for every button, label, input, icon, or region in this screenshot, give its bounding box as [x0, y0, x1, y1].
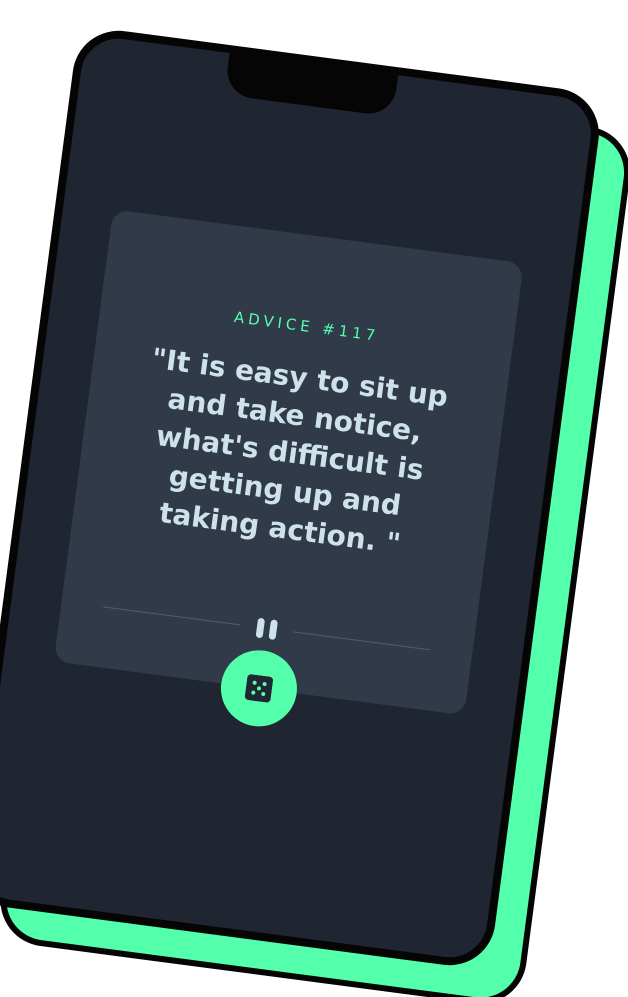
pause-icon	[254, 617, 280, 641]
stage: ADVICE #117 "It is easy to sit up and ta…	[0, 0, 628, 997]
pause-bar-right	[268, 619, 278, 641]
advice-quote: "It is easy to sit up and take notice, w…	[149, 341, 450, 561]
phone-notch	[224, 45, 400, 117]
phone-mockup: ADVICE #117 "It is easy to sit up and ta…	[0, 25, 628, 997]
divider-line-right	[293, 631, 431, 651]
dice-icon	[244, 674, 274, 703]
divider-line-left	[103, 606, 241, 626]
generate-advice-button[interactable]	[216, 645, 302, 731]
advice-card: ADVICE #117 "It is easy to sit up and ta…	[53, 209, 524, 731]
pause-bar-left	[255, 617, 266, 639]
